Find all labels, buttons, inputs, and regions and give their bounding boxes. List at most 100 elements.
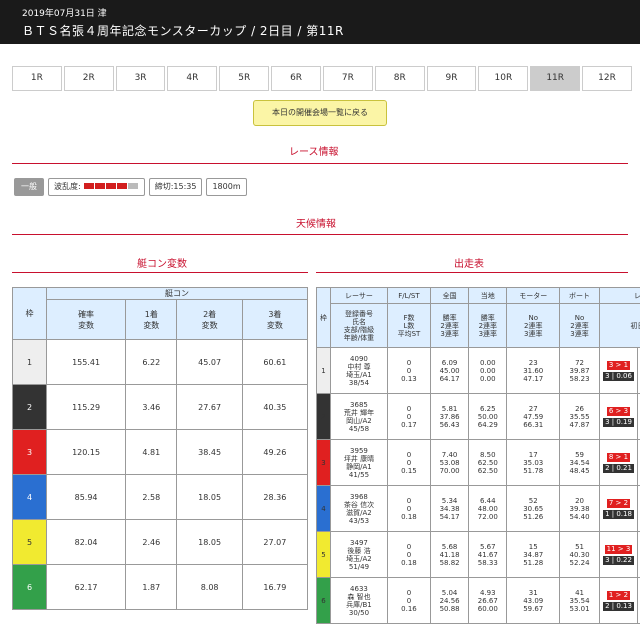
race-tab-3r[interactable]: 3R — [115, 66, 166, 91]
table-row: 3 120.15 4.81 38.45 49.26 — [12, 429, 309, 475]
motor-cell: 31 43.09 59.67 — [506, 577, 561, 624]
waku-cell: 2 — [12, 384, 47, 430]
entry-table: 枠レーサー F/L/ST 全国 当地 モーター ボートレ登録番号 氏名 支部/階級 年齢/体重 F… — [316, 287, 640, 624]
result-st: 3 | 0.06 — [603, 371, 634, 381]
col-header: 当地 — [468, 287, 508, 304]
result-cell: 3 > 13 | 0.06 — [599, 347, 638, 394]
waku-cell: 4 — [12, 474, 47, 520]
zenkoku-cell: 5.81 37.86 56.43 — [429, 393, 470, 440]
waku-cell: 1 — [12, 339, 47, 385]
col-header: 2着 変数 — [176, 299, 243, 340]
tochi-cell: 8.50 62.50 62.50 — [468, 439, 508, 486]
wave-bars — [83, 179, 139, 195]
value-cell: 8.08 — [176, 564, 243, 610]
table-row: 2 115.29 3.46 27.67 40.35 — [12, 384, 309, 430]
race-tab-7r[interactable]: 7R — [322, 66, 373, 91]
zenkoku-cell: 7.40 53.08 70.00 — [429, 439, 470, 486]
race-tab-1r[interactable]: 1R — [12, 66, 62, 91]
waku-cell: 6 — [316, 577, 331, 624]
value-cell: 62.17 — [45, 564, 127, 610]
result-st: 2 | 0.21 — [603, 463, 634, 473]
value-cell: 120.15 — [45, 429, 127, 475]
racer-cell[interactable]: 3685 荒井 輝年 岡山/A2 45/58 — [330, 393, 388, 440]
result-cell: 6 > 33 | 0.19 — [599, 393, 638, 440]
racer-cell[interactable]: 4633 森 智也 兵庫/B1 30/50 — [330, 577, 388, 624]
racer-cell[interactable]: 3968 茶谷 信次 滋賀/A2 43/53 — [330, 485, 388, 532]
col-subheader: 勝率 2連率 3連率 — [429, 303, 470, 348]
race-date: 2019年07月31日 津 — [22, 9, 107, 19]
weather-heading: 天候情報 — [296, 219, 336, 230]
waku-cell: 3 — [316, 439, 331, 486]
race-tab-10r[interactable]: 10R — [478, 66, 529, 91]
wave-bar — [94, 183, 105, 189]
fl-cell: 0 0 0.18 — [386, 485, 432, 532]
racer-cell[interactable]: 4090 中村 尊埼玉/A1 38/54 — [330, 347, 388, 394]
waku-cell: 1 — [316, 347, 331, 394]
motor-cell: 23 31.60 47.17 — [506, 347, 561, 394]
value-cell: 155.41 — [45, 339, 127, 385]
waku-cell: 6 — [12, 564, 47, 610]
wave-bar — [116, 183, 127, 189]
tochi-cell: 6.44 48.00 72.00 — [468, 485, 508, 532]
result-rank: 7 > 2 — [606, 498, 631, 508]
col-subheader: 登録番号 氏名 支部/階級 年齢/体重 — [330, 303, 388, 348]
value-cell: 85.94 — [45, 474, 127, 520]
wave-label: 波乱度: — [54, 182, 81, 191]
value-cell: 3.46 — [125, 384, 178, 430]
waku-cell: 5 — [316, 531, 331, 578]
result-st: 3 | 0.22 — [603, 555, 634, 565]
motor-cell: 15 34.87 51.28 — [506, 531, 561, 578]
race-tab-6r[interactable]: 6R — [271, 66, 321, 91]
fl-cell: 0 0 0.18 — [386, 531, 432, 578]
result-rank: 8 > 1 — [606, 452, 631, 462]
racer-cell[interactable]: 3497 後藤 浩埼玉/A2 51/49 — [330, 531, 388, 578]
deadline-badge: 締切:15:35 — [148, 178, 203, 196]
race-tab-11r[interactable]: 11R — [530, 66, 581, 91]
zenkoku-cell: 5.04 24.56 50.88 — [429, 577, 470, 624]
wave-indicator: 波乱度: — [48, 178, 145, 196]
fl-cell: 0 0 0.15 — [386, 439, 432, 486]
race-tab-4r[interactable]: 4R — [167, 66, 218, 91]
col-header: 全国 — [429, 287, 470, 304]
race-tab-8r[interactable]: 8R — [374, 66, 425, 91]
result-cell: 8 > 12 | 0.21 — [599, 439, 638, 486]
tochi-cell: 4.93 26.67 60.00 — [468, 577, 508, 624]
motor-cell: 17 35.03 51.78 — [506, 439, 561, 486]
fl-cell: 0 0 0.17 — [386, 393, 432, 440]
boat-cell: 20 39.38 54.40 — [559, 485, 600, 532]
result-rank: 3 > 1 — [606, 360, 631, 370]
race-tab-12r[interactable]: 12R — [582, 66, 632, 91]
fl-cell: 0 0 0.13 — [386, 347, 432, 394]
table-row: 5 82.04 2.46 18.05 27.07 — [12, 519, 309, 565]
value-cell: 18.05 — [176, 474, 243, 520]
col-header: F/L/ST — [386, 287, 432, 304]
col-header: 確率 変数 — [45, 299, 127, 340]
kyotei-table: 枠艇コン 確率 変数 1着 変数 2着 変数 3着 変数 1 155.41 6.22 45.07 60.6… — [12, 287, 309, 610]
waku-cell: 2 — [316, 393, 331, 440]
value-cell: 40.35 — [241, 384, 309, 430]
value-cell: 28.36 — [241, 474, 309, 520]
race-tab-9r[interactable]: 9R — [426, 66, 477, 91]
racer-cell[interactable]: 3959 坪井 康晴 静岡/A1 41/55 — [330, 439, 388, 486]
zenkoku-cell: 6.09 45.00 64.17 — [429, 347, 470, 394]
result-rank: 6 > 3 — [606, 406, 631, 416]
back-button[interactable]: 本日の開催会場一覧に戻る — [253, 100, 387, 126]
col-header: モーター — [506, 287, 561, 304]
tochi-cell: 6.25 50.00 64.29 — [468, 393, 508, 440]
grade-badge: 一般 — [14, 178, 44, 196]
result-st: 3 | 0.19 — [603, 417, 634, 427]
result-cell: 1 > 22 | 0.13 — [599, 577, 638, 624]
value-cell: 49.26 — [241, 429, 309, 475]
value-cell: 2.58 — [125, 474, 178, 520]
table-row: 6 4633 森 智也 兵庫/B1 30/50 0 0 0.16 5.04 24.56 50.88 4… — [316, 577, 640, 624]
result-cell: 7 > 21 | 0.18 — [599, 485, 638, 532]
race-tab-2r[interactable]: 2R — [63, 66, 114, 91]
value-cell: 27.67 — [176, 384, 243, 430]
race-tab-5r[interactable]: 5R — [219, 66, 270, 91]
value-cell: 45.07 — [176, 339, 243, 385]
wave-bar — [83, 183, 94, 189]
waku-cell: 3 — [12, 429, 47, 475]
page-header: 2019年07月31日 津 ＢＴＳ名張４周年記念モンスターカップ / 2日目 /… — [0, 0, 640, 44]
col-header: ボート — [559, 287, 600, 304]
value-cell: 18.05 — [176, 519, 243, 565]
